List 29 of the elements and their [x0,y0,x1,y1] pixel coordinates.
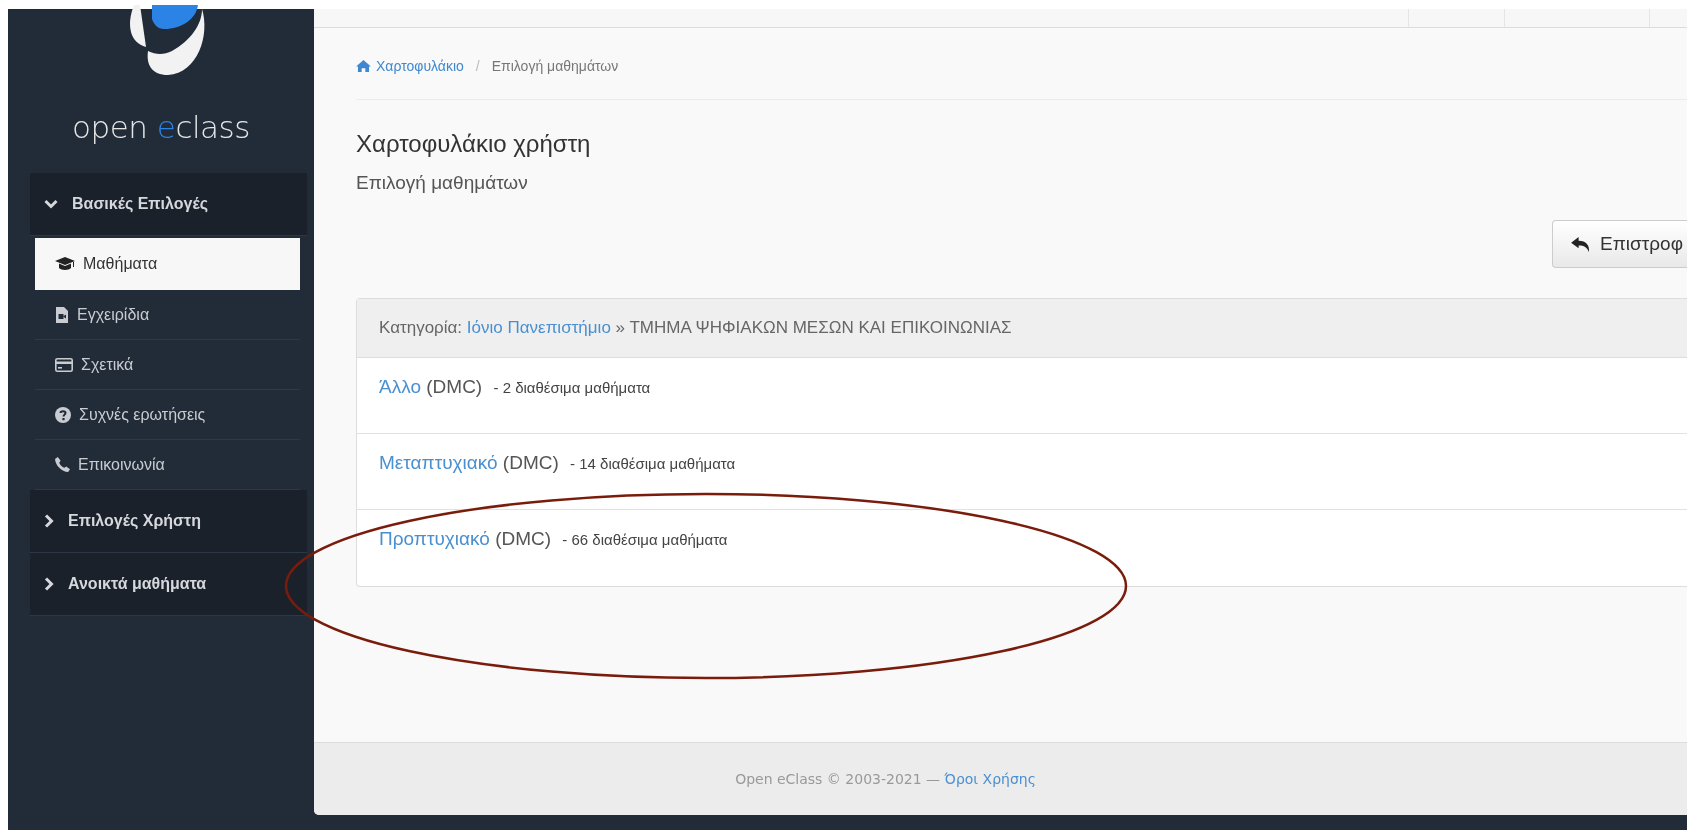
home-icon [356,59,371,72]
video-file-icon [55,306,69,323]
logo-text: open eclass [72,109,250,145]
chevron-down-icon [44,199,58,209]
course-category-text: Άλλο (DMC) - 2 διαθέσιμα μαθήματα [379,376,652,398]
page-subtitle: Επιλογή μαθημάτων [356,172,529,194]
menu-section-header[interactable]: Ανοικτά μαθήματα [30,553,307,616]
chevron-right-icon [44,577,54,591]
graduation-cap-icon [55,257,75,271]
menu-section-header[interactable]: Επιλογές Χρήστη [30,490,307,553]
course-category-text: Μεταπτυχιακό (DMC) - 14 διαθέσιμα μαθήματα [379,452,737,474]
page-title: Χαρτοφυλάκιο χρήστη [356,130,592,158]
chevron-right-icon [44,514,54,528]
course-category-text: Προπτυχιακό (DMC) - 66 διαθέσιμα μαθήματα [379,528,729,550]
breadcrumb-link[interactable]: Χαρτοφυλάκιο [356,57,464,74]
sidebar-item[interactable]: Συχνές ερωτήσεις [35,390,300,440]
help-icon [55,406,71,423]
footer-text: Open eClass © 2003-2021 — Όροι Χρήσης [735,771,1037,787]
breadcrumb-separator: / [475,57,480,74]
card-icon [55,357,73,372]
menu-section-header[interactable]: Βασικές Επιλογές [30,173,307,236]
phone-icon [55,457,70,472]
sidebar-item[interactable]: Μαθήματα [35,238,300,290]
reply-arrow-icon [1571,236,1591,252]
category-heading: Κατηγορία: Ιόνιο Πανεπιστήμιο » ΤΜΗΜΑ ΨΗΦΙΑΚΩΝ ΜΕΣΩΝ ΚΑΙ ΕΠΙΚΟΙΝΩΝΙΑΣ [379,318,1012,338]
breadcrumb-current: Επιλογή μαθημάτων [491,57,619,74]
back-button[interactable]: Επιστροφ [1552,220,1687,268]
sidebar-item[interactable]: Σχετικά [35,340,300,390]
sidebar-item[interactable]: Εγχειρίδια [35,290,300,340]
